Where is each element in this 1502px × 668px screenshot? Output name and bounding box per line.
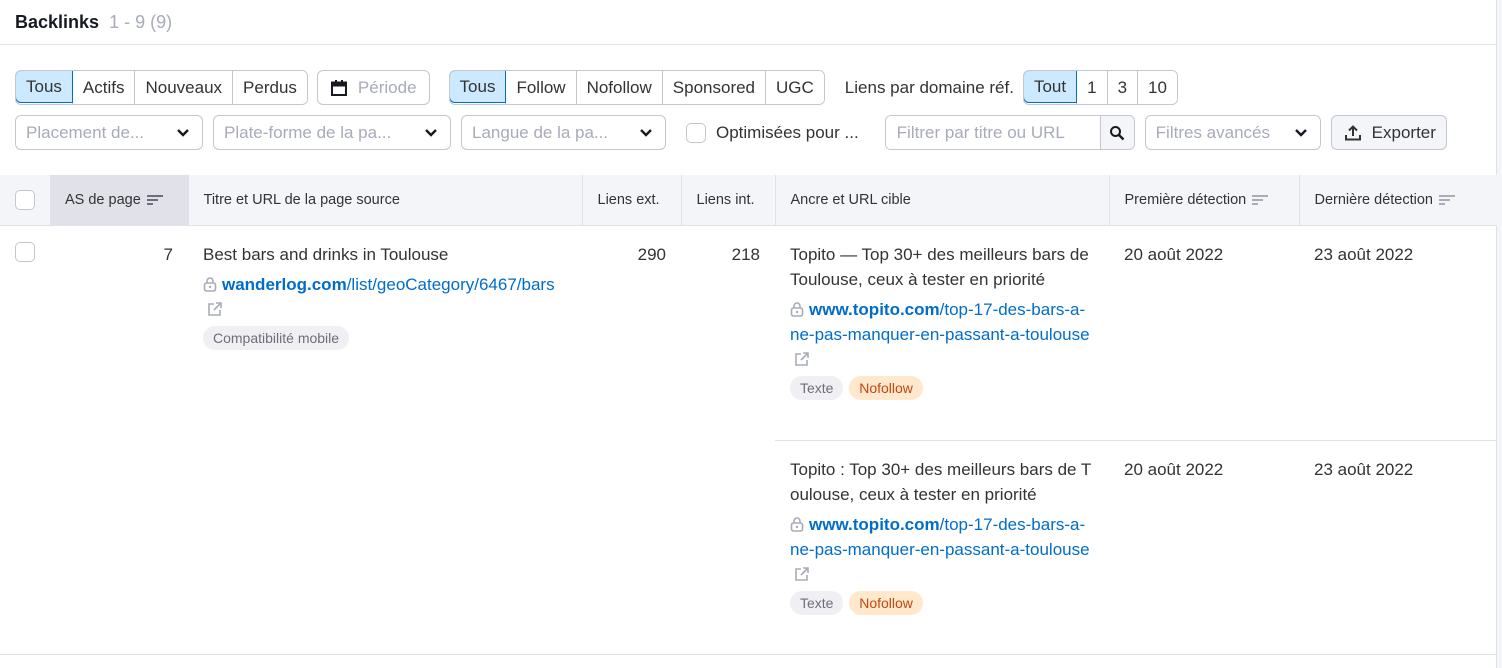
target-url-host[interactable]: www.topito.com — [809, 300, 940, 319]
column-header-ext-links: Liens ext. — [582, 175, 682, 226]
links-per-domain-tab-1[interactable]: 1 — [1076, 71, 1107, 104]
external-link-icon[interactable] — [794, 351, 810, 367]
status-tab-new[interactable]: Nouveaux — [134, 71, 233, 104]
source-url-path[interactable]: /list/geoCategory/6467/bars — [347, 275, 555, 294]
status-tab-all[interactable]: Tous — [15, 71, 73, 103]
page-title: Backlinks — [15, 11, 100, 32]
row-select-cell — [0, 225, 50, 654]
links-per-domain-tab-10[interactable]: 10 — [1137, 71, 1177, 104]
platform-select[interactable]: Plate-forme de la pa... — [213, 115, 451, 150]
advanced-filters-select[interactable]: Filtres avancés — [1144, 115, 1321, 150]
status-tab-active[interactable]: Actifs — [71, 71, 135, 104]
ext-links-value: 290 — [637, 244, 666, 264]
status-tabs: Tous Actifs Nouveaux Perdus — [15, 70, 308, 105]
mobile-friendly-badge: Compatibilité mobile — [203, 325, 350, 350]
link-type-tab-ugc[interactable]: UGC — [765, 71, 824, 104]
external-link-icon[interactable] — [794, 566, 810, 582]
links-per-domain-tabs: Tout 1 3 10 — [1022, 70, 1178, 105]
lock-icon — [790, 516, 804, 532]
link-type-tabs: Tous Follow Nofollow Sponsored UGC — [448, 70, 825, 105]
link-type-badge: Texte — [790, 590, 844, 615]
optimized-filter: Optimisées pour ... — [686, 122, 859, 143]
page-header: Backlinks 1 - 9 (9) — [0, 0, 1496, 45]
column-header-anchor: Ancre et URL cible — [775, 175, 1110, 226]
chevron-down-icon — [177, 128, 189, 137]
optimized-checkbox[interactable] — [686, 122, 706, 143]
select-all-checkbox[interactable] — [15, 189, 35, 210]
search-button[interactable] — [1099, 116, 1134, 149]
links-per-domain-label: Liens par domaine réf. — [844, 77, 1014, 97]
export-label: Exporter — [1371, 122, 1436, 142]
placement-select-value: Placement de... — [26, 122, 145, 142]
link-type-tab-follow[interactable]: Follow — [505, 71, 576, 104]
column-header-first-seen[interactable]: Première détection — [1109, 175, 1300, 226]
link-type-tab-all[interactable]: Tous — [449, 71, 507, 103]
first-seen-value: 20 août 2022 — [1124, 244, 1224, 264]
filter-row-2: Placement de... Plate-forme de la pa... … — [15, 115, 1447, 150]
optimized-checkbox-label: Optimisées pour ... — [716, 122, 859, 142]
source-title: Best bars and drinks in Toulouse — [203, 244, 449, 264]
lock-icon — [203, 276, 217, 292]
search-icon — [1110, 125, 1125, 140]
calendar-icon — [330, 79, 347, 96]
results-count: 1 - 9 (9) — [109, 11, 173, 32]
language-select-value: Langue de la pa... — [472, 122, 609, 142]
placement-select[interactable]: Placement de... — [15, 115, 203, 150]
sort-icon — [1252, 194, 1269, 205]
source-url-host[interactable]: wanderlog.com — [222, 275, 347, 294]
status-tab-lost[interactable]: Perdus — [232, 71, 307, 104]
chevron-down-icon — [1294, 128, 1307, 137]
links-per-domain-tab-all[interactable]: Tout — [1023, 71, 1078, 103]
last-seen-value: 23 août 2022 — [1314, 244, 1414, 264]
lock-icon — [790, 301, 804, 317]
chevron-down-icon — [425, 128, 437, 137]
int-links-value: 218 — [731, 244, 760, 264]
export-button[interactable]: Exporter — [1330, 115, 1447, 150]
column-header-source: Titre et URL de la page source — [188, 175, 583, 226]
row-checkbox[interactable] — [15, 241, 35, 262]
backlinks-table: AS de page Titre et URL de la page sourc… — [0, 175, 1497, 654]
platform-select-value: Plate-forme de la pa... — [224, 122, 392, 142]
advanced-filters-label: Filtres avancés — [1155, 122, 1270, 142]
period-button[interactable]: Période — [316, 70, 430, 105]
search-box — [884, 115, 1135, 150]
backlinks-card: Backlinks 1 - 9 (9) Tous Actifs Nouveaux… — [0, 0, 1497, 668]
first-seen-value: 20 août 2022 — [1109, 439, 1299, 654]
chevron-down-icon — [640, 128, 652, 137]
link-type-badge: Texte — [790, 375, 844, 400]
column-header-int-links: Liens int. — [681, 175, 776, 226]
sort-icon — [146, 194, 163, 205]
column-header-page-as[interactable]: AS de page — [50, 175, 189, 226]
page-as-value: 7 — [163, 244, 173, 264]
filter-row-1: Tous Actifs Nouveaux Perdus Période Tous… — [15, 70, 1178, 105]
target-url: www.topito.com/top-17-des-bars-a-ne-pas-… — [790, 512, 1094, 587]
select-all-cell — [0, 175, 50, 226]
source-cell: Best bars and drinks in Toulouse wanderl… — [188, 225, 582, 654]
column-header-last-seen[interactable]: Dernière détection — [1299, 175, 1497, 226]
anchor-text: Topito — Top 30+ des meilleurs bars de T… — [790, 244, 1089, 289]
target-url: www.topito.com/top-17-des-bars-a-ne-pas-… — [790, 297, 1094, 372]
anchor-cell: Topito — Top 30+ des meilleurs bars de T… — [775, 225, 1109, 440]
table-header-row: AS de page Titre et URL de la page sourc… — [0, 175, 1497, 226]
link-type-tab-sponsored[interactable]: Sponsored — [661, 71, 766, 104]
row-divider — [0, 654, 1497, 655]
link-type-tab-nofollow[interactable]: Nofollow — [575, 71, 662, 104]
search-input[interactable] — [885, 116, 1100, 149]
period-label: Période — [357, 77, 417, 97]
table-row: 7 Best bars and drinks in Toulouse wande… — [0, 225, 1497, 440]
nofollow-badge: Nofollow — [849, 375, 923, 400]
anchor-text: Topito : Top 30+ des meilleurs bars de T… — [790, 459, 1092, 504]
upload-icon — [1344, 124, 1361, 140]
last-seen-value: 23 août 2022 — [1299, 439, 1497, 654]
external-link-icon[interactable] — [207, 301, 223, 317]
target-url-host[interactable]: www.topito.com — [809, 515, 940, 534]
anchor-cell: Topito : Top 30+ des meilleurs bars de T… — [775, 439, 1109, 654]
source-url: wanderlog.com/list/geoCategory/6467/bars — [203, 272, 567, 322]
nofollow-badge: Nofollow — [849, 590, 923, 615]
language-select[interactable]: Langue de la pa... — [461, 115, 666, 150]
sort-icon — [1439, 194, 1455, 205]
links-per-domain-tab-3[interactable]: 3 — [1106, 71, 1138, 104]
